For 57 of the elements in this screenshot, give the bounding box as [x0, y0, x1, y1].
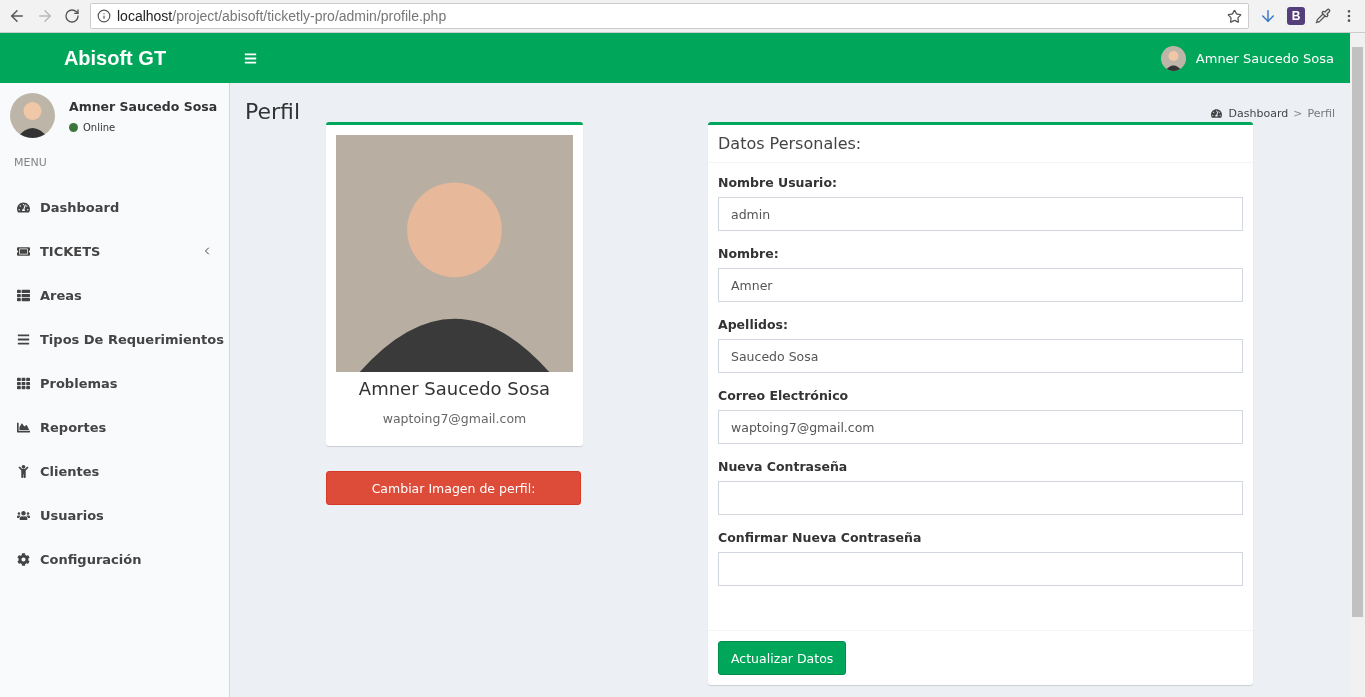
field-label: Correo Electrónico — [718, 388, 850, 403]
page-title: Perfil — [245, 99, 301, 124]
menu-item[interactable]: Clientes — [0, 449, 229, 493]
area-chart-icon — [17, 420, 30, 434]
input-field[interactable] — [718, 481, 1243, 515]
change-image-button[interactable]: Cambiar Imagen de perfil: — [326, 471, 581, 505]
menu-icon[interactable] — [244, 51, 257, 65]
list-icon — [17, 288, 30, 302]
input-field[interactable] — [718, 552, 1243, 586]
users-icon — [17, 508, 30, 522]
scrollbar-thumb[interactable] — [1352, 47, 1363, 617]
menu-item[interactable]: Areas — [0, 273, 229, 317]
field-label: Confirmar Nueva Contraseña — [718, 530, 923, 545]
eyedropper-icon[interactable] — [1315, 8, 1331, 24]
input-field[interactable]: Amner — [718, 268, 1243, 302]
profile-email: waptoing7@gmail.com — [382, 411, 527, 426]
field-label: Nombre Usuario: — [718, 175, 838, 190]
breadcrumb-link[interactable]: Perfil — [1307, 107, 1335, 120]
menu-item[interactable]: Reportes — [0, 405, 229, 449]
menu-item[interactable]: Configuración — [0, 537, 229, 581]
menu-item[interactable]: Usuarios — [0, 493, 229, 537]
user-name: Amner Saucedo Sosa — [69, 99, 218, 114]
back-icon[interactable] — [8, 7, 26, 25]
person-icon — [17, 464, 30, 478]
star-icon[interactable] — [1227, 8, 1242, 24]
field-label: Apellidos: — [718, 317, 789, 332]
avatar-icon — [10, 93, 55, 138]
field-label: Nueva Contraseña — [718, 459, 849, 474]
menu-heading: MENU — [13, 155, 48, 171]
url-host: localhost — [117, 8, 173, 24]
input-field[interactable]: Saucedo Sosa — [718, 339, 1243, 373]
status-dot — [69, 123, 78, 132]
status-text: Online — [83, 122, 116, 133]
breadcrumb-link[interactable]: Dashboard — [1228, 107, 1289, 120]
menu-item[interactable]: Problemas — [0, 361, 229, 405]
dashboard-icon — [17, 200, 30, 214]
menu-item[interactable]: TICKETS — [0, 229, 229, 273]
breadcrumb-separator: > — [1293, 107, 1303, 120]
reload-icon[interactable] — [64, 8, 80, 24]
field-label: Nombre: — [718, 246, 780, 261]
menu-item[interactable]: Tipos De Requerimientos — [0, 317, 229, 361]
menu-lines-icon — [17, 332, 30, 346]
url-path: /project/abisoft/ticketly-pro/admin/profile.php — [172, 8, 448, 24]
grid-icon — [17, 376, 30, 390]
settings-icon — [17, 552, 30, 566]
dashboard-icon — [1210, 108, 1224, 119]
download-icon[interactable] — [1259, 7, 1277, 25]
address-bar[interactable]: localhost/project/abisoft/ticketly-pro/admin/profile.php — [90, 3, 1249, 29]
input-field[interactable]: admin — [718, 197, 1243, 231]
ticket-icon — [17, 244, 30, 258]
profile-name: Amner Saucedo Sosa — [358, 378, 551, 399]
form-title: Datos Personales: — [708, 125, 1253, 163]
menu-item[interactable]: Dashboard — [0, 185, 229, 229]
input-field[interactable]: waptoing7@gmail.com — [718, 410, 1243, 444]
extension-icon[interactable]: B — [1287, 7, 1305, 25]
avatar-icon — [1160, 45, 1186, 71]
info-icon — [97, 9, 111, 23]
